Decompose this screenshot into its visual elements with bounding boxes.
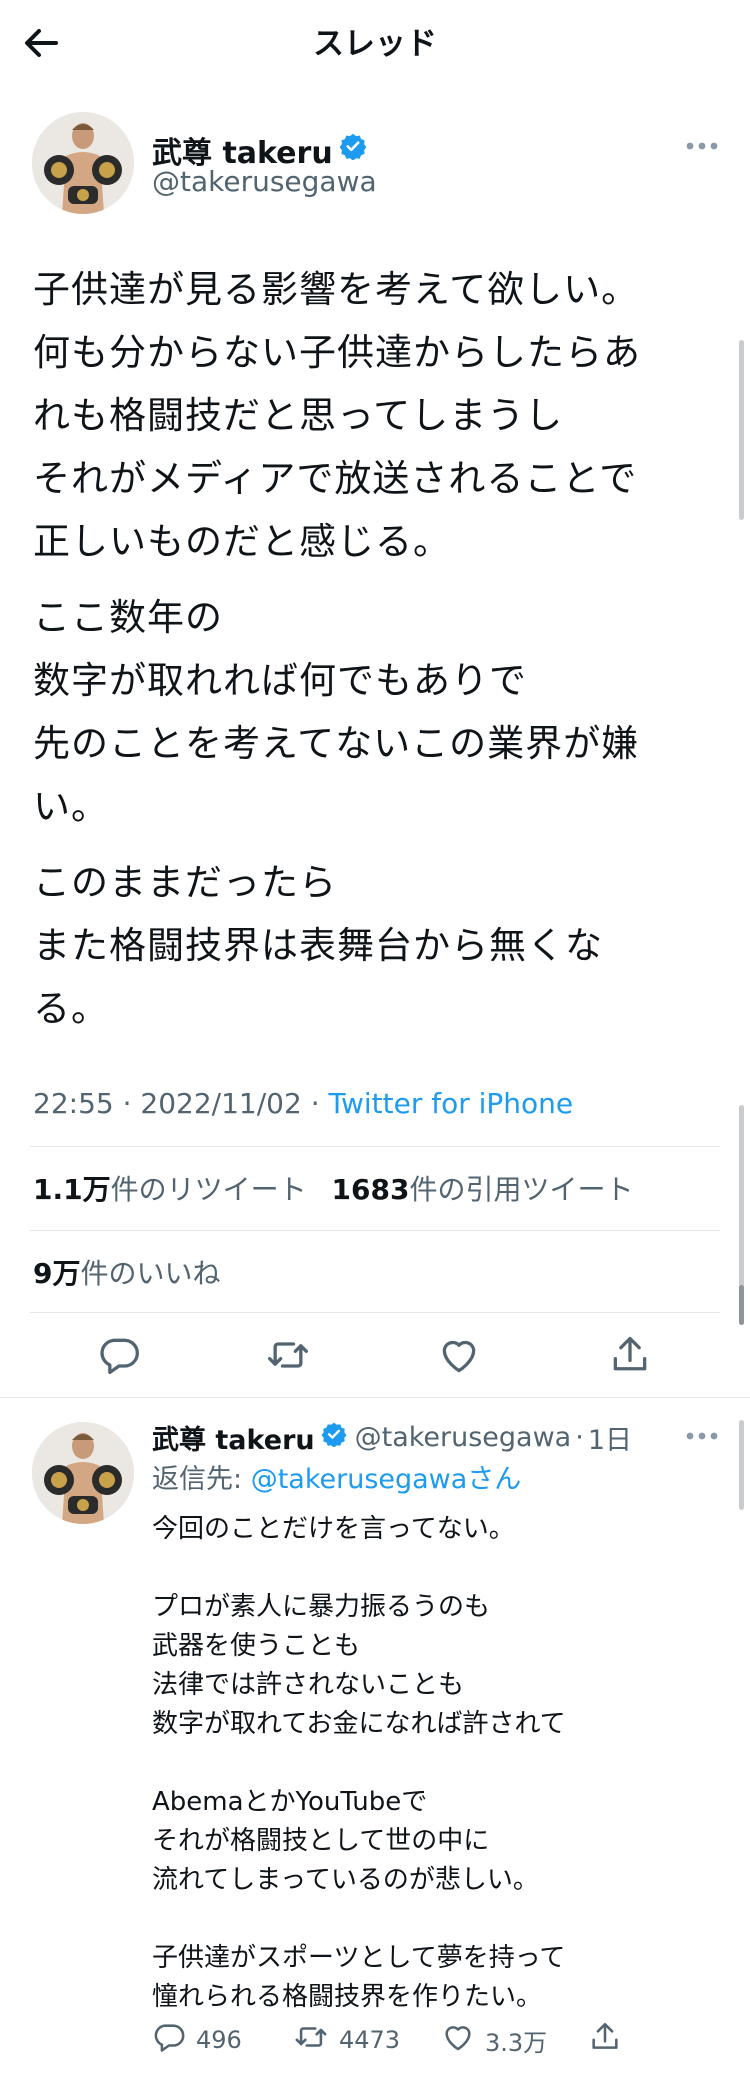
- reply-count: 496: [196, 2026, 242, 2054]
- tweet-source-link[interactable]: Twitter for iPhone: [329, 1087, 574, 1120]
- reply-to-prefix: 返信先:: [152, 1464, 251, 1495]
- tweet-timestamp: 22:55 · 2022/11/02 · Twitter for iPhone: [33, 1087, 574, 1120]
- divider: [30, 1312, 720, 1313]
- reply-author-name[interactable]: 武尊 takeru: [152, 1418, 315, 1457]
- quotes-count: 1683: [331, 1173, 410, 1206]
- like-icon: [441, 2020, 485, 2060]
- scrollbar-thumb[interactable]: [739, 1420, 744, 1510]
- retweet-icon[interactable]: [266, 1333, 310, 1377]
- reply-icon: [152, 2020, 196, 2060]
- page-title: スレッド: [313, 26, 437, 62]
- reply-share-button[interactable]: [588, 2020, 632, 2060]
- reply-text: 今回のことだけを言ってない。 プロが素人に暴力振るうのも 武器を使うことも 法律…: [152, 1514, 566, 2012]
- quotes-stat[interactable]: 1683件の引用ツイート: [332, 1173, 634, 1206]
- share-icon[interactable]: [608, 1333, 652, 1377]
- avatar[interactable]: [32, 112, 134, 214]
- retweet-count: 4473: [339, 2026, 401, 2054]
- quotes-label: 件の引用ツイート: [409, 1173, 634, 1206]
- reply-like-button[interactable]: 3.3万: [441, 2020, 547, 2060]
- reply-avatar[interactable]: [32, 1422, 134, 1524]
- divider: [30, 1230, 720, 1231]
- like-icon[interactable]: [437, 1333, 481, 1377]
- tweet-paragraph: ここ数年の 数字が取れれば何でもありで 先のことを考えてないこの業界が嫌 い。: [33, 596, 640, 828]
- divider: [0, 1397, 750, 1398]
- tweet-paragraph: 子供達が見る影響を考えて欲しい。 何も分からない子供達からしたらあ れも格闘技だ…: [33, 268, 641, 563]
- scrollbar-thumb[interactable]: [739, 340, 744, 520]
- retweets-count: 1.1万: [33, 1173, 111, 1206]
- divider: [30, 1146, 720, 1147]
- top-bar: スレッド: [0, 0, 750, 88]
- tweet-text: 子供達が見る影響を考えて欲しい。 何も分からない子供達からしたらあ れも格闘技だ…: [33, 258, 723, 1053]
- reply-to-line: 返信先: @takerusegawaさん: [152, 1457, 521, 1496]
- tweet-date[interactable]: 2022/11/02: [140, 1087, 301, 1120]
- reply-age[interactable]: 1日: [588, 1418, 632, 1457]
- reply-reply-button[interactable]: 496: [152, 2020, 242, 2060]
- stats-row: 1.1万件のリツイート 1683件の引用ツイート: [33, 1168, 633, 1208]
- verified-badge-icon: [339, 132, 367, 168]
- likes-stat[interactable]: 9万件のいいね: [33, 1252, 221, 1292]
- reply-retweet-button[interactable]: 4473: [293, 2020, 400, 2060]
- tweet-time[interactable]: 22:55: [33, 1087, 114, 1120]
- reply-to-link[interactable]: @takerusegawaさん: [251, 1464, 522, 1495]
- separator-dot: ·: [575, 1422, 584, 1453]
- reply-author-handle[interactable]: @takerusegawa: [355, 1422, 572, 1453]
- author-handle[interactable]: @takerusegawa: [152, 165, 377, 198]
- likes-count: 9万: [33, 1257, 81, 1290]
- tweet-paragraph: このままだったら また格闘技界は表舞台から無くな る。: [33, 861, 603, 1030]
- retweets-stat[interactable]: 1.1万件のリツイート: [33, 1173, 307, 1206]
- reply-actions: 496 4473 3.3万: [152, 2020, 632, 2060]
- reply-icon[interactable]: [97, 1333, 141, 1377]
- retweet-icon: [293, 2020, 339, 2060]
- scrollbar-thumb[interactable]: [739, 1285, 744, 1325]
- likes-label: 件のいいね: [80, 1257, 221, 1290]
- like-count: 3.3万: [485, 2028, 548, 2057]
- retweets-label: 件のリツイート: [110, 1173, 307, 1206]
- share-icon: [588, 2020, 632, 2060]
- reply-author-row: 武尊 takeru @takerusegawa · 1日: [152, 1418, 632, 1457]
- verified-badge-icon: [321, 1421, 347, 1454]
- more-icon[interactable]: [684, 1426, 720, 1446]
- more-icon[interactable]: [684, 136, 720, 156]
